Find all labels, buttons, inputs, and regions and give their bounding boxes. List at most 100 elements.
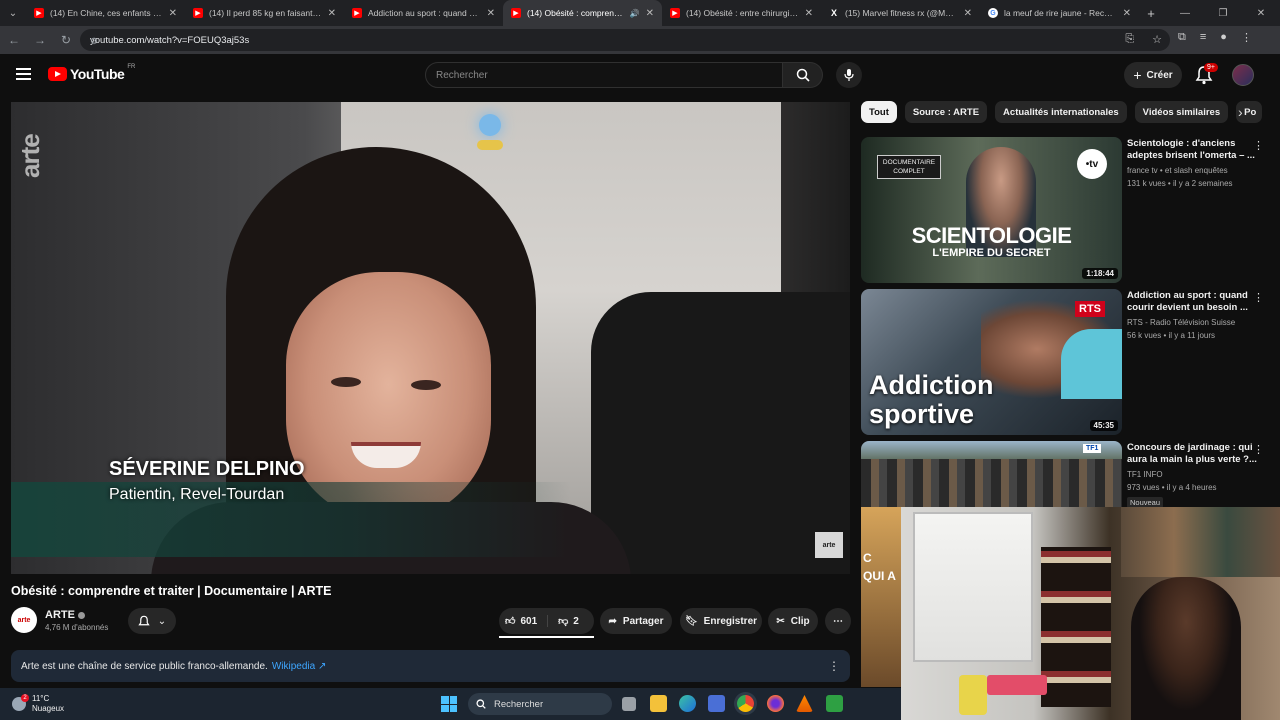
arte-watermark: arte [15, 134, 45, 178]
chrome-icon[interactable] [737, 695, 754, 712]
weather-widget[interactable]: 2 11°C Nuageux [12, 694, 64, 714]
description-box[interactable]: Arte est une chaîne de service public fr… [11, 650, 850, 682]
dislike-button[interactable]: 👎︎ 2 [548, 615, 579, 628]
chip-similar-videos[interactable]: Vidéos similaires [1134, 101, 1229, 123]
recommendation-title[interactable]: Concours de jardinage : qui aura la main… [1127, 442, 1257, 466]
new-tab-icon[interactable]: + [1139, 6, 1163, 21]
partial-thumbnail[interactable]: C QUI A [861, 507, 901, 687]
reload-icon[interactable]: ↻ [54, 28, 78, 52]
recommendation-channel[interactable]: TF1 INFO [1127, 470, 1163, 479]
edge-icon[interactable] [679, 695, 696, 712]
clip-button[interactable]: ✂ Clip [768, 608, 818, 634]
create-button[interactable]: + Créer [1124, 62, 1182, 88]
partial-thumb-text: QUI A [863, 569, 896, 583]
description-more-icon[interactable]: ⋮ [828, 659, 840, 673]
video-lamp [479, 114, 501, 136]
recommendation-item[interactable]: DOCUMENTAIRE COMPLET •tv SCIENTOLOGIE L'… [861, 137, 1271, 283]
recommendation-channel[interactable]: RTS - Radio Télévision Suisse [1127, 318, 1235, 327]
tab-close-icon[interactable]: ✕ [646, 8, 654, 19]
browser-tab[interactable]: ▶ (14) Obésité : entre chirurgie e ✕ [662, 0, 821, 26]
tab-close-icon[interactable]: ✕ [1123, 8, 1131, 19]
webcam-tray [987, 675, 1047, 695]
like-button[interactable]: 👍︎ 601 [505, 615, 549, 627]
share-button[interactable]: ➦ Partager [600, 608, 672, 634]
like-ratio-bar [499, 636, 594, 638]
video-player[interactable]: arte SÉVERINE DELPINO Patientin, Revel-T… [11, 102, 850, 574]
back-icon[interactable]: ← [2, 28, 26, 52]
forward-icon[interactable]: → [28, 28, 52, 52]
webcam-posters [1121, 507, 1280, 577]
taskbar-search[interactable]: Rechercher [468, 693, 612, 715]
youtube-favicon-icon: ▶ [34, 8, 44, 18]
search-input[interactable]: Rechercher [425, 62, 783, 88]
voice-search-button[interactable] [836, 62, 862, 88]
channel-avatar[interactable]: arte [11, 607, 37, 633]
tab-close-icon[interactable]: ✕ [487, 8, 495, 19]
recommendation-item[interactable]: RTS Addiction sportive 45:35 Addiction a… [861, 289, 1271, 435]
recommendation-title[interactable]: Addiction au sport : quand courir devien… [1127, 290, 1257, 314]
browser-tab[interactable]: G la meuf de rire jaune - Recherc ✕ [980, 0, 1139, 26]
more-options-icon[interactable]: ⋮ [1253, 139, 1264, 152]
user-avatar[interactable] [1232, 64, 1254, 86]
tab-title: (14) Obésité : entre chirurgie e [686, 8, 799, 18]
profile-icon[interactable]: ● [1220, 31, 1227, 44]
tab-close-icon[interactable]: ✕ [964, 8, 972, 19]
france-tv-logo: •tv [1077, 149, 1107, 179]
app-icon[interactable] [826, 695, 843, 712]
install-app-icon[interactable]: ⎘ [1125, 33, 1134, 46]
browser-tab[interactable]: X (15) Marvel fitness rx (@Marve ✕ [821, 0, 980, 26]
store-icon[interactable] [708, 695, 725, 712]
bookmark-star-icon[interactable]: ☆ [1152, 33, 1162, 46]
recommendation-thumbnail[interactable]: TF1 [861, 441, 1122, 507]
more-actions-button[interactable]: ⋯ [825, 608, 851, 634]
save-button[interactable]: 🔖︎ Enregistrer [680, 608, 762, 634]
recommendation-title[interactable]: Scientologie : d'anciens adeptes brisent… [1127, 138, 1257, 162]
more-options-icon[interactable]: ⋮ [1253, 291, 1264, 304]
browser-tab[interactable]: ▶ (14) Il perd 85 kg en faisant de ✕ [185, 0, 344, 26]
close-window-icon[interactable]: ✕ [1242, 0, 1280, 26]
taskbar-search-label: Rechercher [494, 698, 544, 710]
chip-international-news[interactable]: Actualités internationales [995, 101, 1127, 123]
youtube-play-icon [48, 67, 67, 81]
url-field[interactable]: ⚙ youtube.com/watch?v=FOEUQ3aj53s ⎘ ☆ [80, 29, 1170, 51]
country-code: FR [127, 64, 136, 70]
site-info-icon[interactable]: ⚙ [90, 36, 107, 53]
search-button[interactable] [783, 62, 823, 88]
recommendation-item[interactable]: TF1 Concours de jardinage : qui aura la … [861, 441, 1271, 508]
tab-close-icon[interactable]: ✕ [328, 8, 336, 19]
minimize-icon[interactable]: — [1166, 0, 1204, 26]
vlc-icon[interactable] [796, 695, 813, 712]
speaker-icon[interactable]: 🔊 [630, 9, 640, 18]
tab-close-icon[interactable]: ✕ [169, 8, 177, 19]
channel-name[interactable]: ARTE [45, 609, 85, 621]
browser-tab[interactable]: ▶ Addiction au sport : quand cou ✕ [344, 0, 503, 26]
wikipedia-link[interactable]: Wikipedia ↗ [272, 661, 327, 672]
chevron-right-icon[interactable]: › [1238, 104, 1243, 120]
hamburger-menu-icon[interactable] [16, 68, 31, 80]
youtube-logo[interactable]: YouTube FR [48, 64, 136, 82]
maximize-icon[interactable]: ❐ [1204, 0, 1242, 26]
thumbs-down-icon: 👎︎ [558, 616, 569, 627]
extensions-icon[interactable]: ⧉ [1178, 31, 1186, 44]
notification-badge: 9+ [1204, 63, 1218, 72]
tab-close-icon[interactable]: ✕ [805, 8, 813, 19]
firefox-icon[interactable] [767, 695, 784, 712]
browser-tab[interactable]: ▶ (14) En Chine, ces enfants porte ✕ [26, 0, 185, 26]
chip-source-arte[interactable]: Source : ARTE [904, 101, 988, 123]
chip-all[interactable]: Tout [861, 101, 897, 123]
more-options-icon[interactable]: ⋮ [1253, 443, 1264, 456]
video-title: Obésité : comprendre et traiter | Docume… [11, 584, 332, 598]
recommendation-thumbnail[interactable]: RTS Addiction sportive 45:35 [861, 289, 1122, 435]
browser-tab-active[interactable]: ▶ (14) Obésité : comprendre 🔊 ✕ [503, 0, 662, 26]
task-view-icon[interactable] [622, 697, 636, 711]
menu-kebab-icon[interactable]: ⋮ [1241, 31, 1252, 44]
recommendation-thumbnail[interactable]: DOCUMENTAIRE COMPLET •tv SCIENTOLOGIE L'… [861, 137, 1122, 283]
media-icon[interactable]: ≡ [1200, 31, 1206, 44]
windows-start-icon[interactable] [441, 696, 457, 712]
recommendation-channel[interactable]: france tv • et slash enquêtes [1127, 166, 1228, 175]
recommendation-meta: 973 vues • il y a 4 heures [1127, 483, 1217, 492]
search-icon [796, 68, 810, 82]
subscription-bell-button[interactable]: ⌄ [128, 608, 176, 634]
file-explorer-icon[interactable] [650, 695, 667, 712]
tab-search-icon[interactable]: ⌄ [0, 0, 26, 26]
